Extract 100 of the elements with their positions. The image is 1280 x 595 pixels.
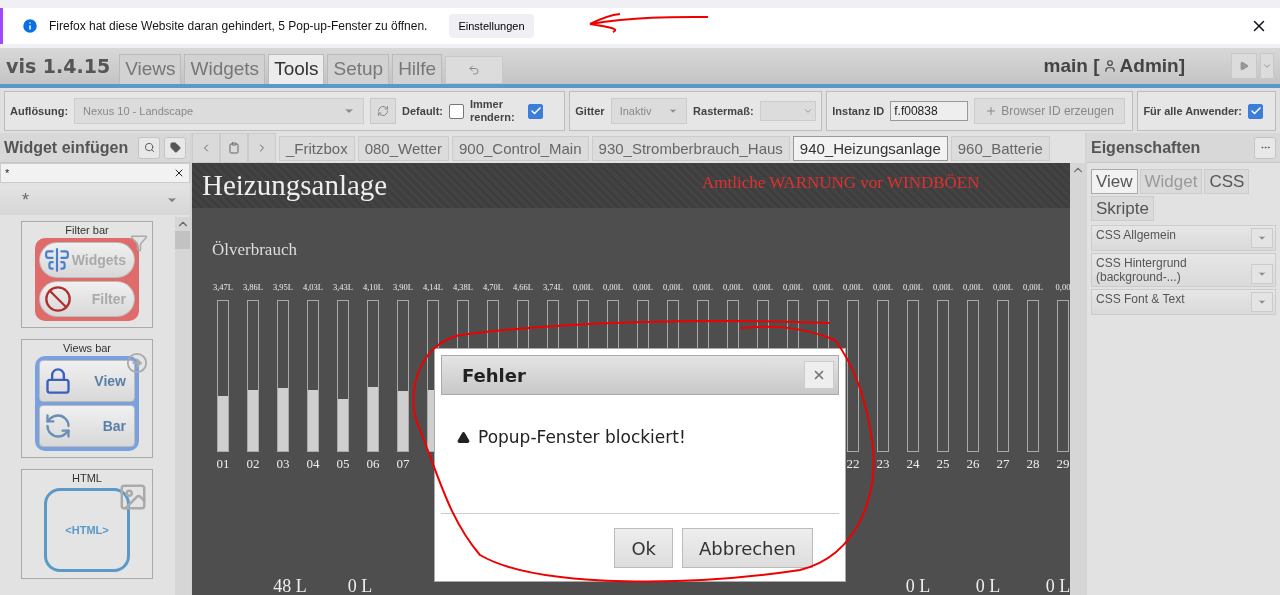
raster-field[interactable] bbox=[759, 101, 817, 121]
meter-label: 03 bbox=[276, 456, 290, 472]
meter-label: 29 bbox=[1056, 456, 1070, 472]
preview-button: Widgets bbox=[39, 242, 135, 278]
notification-message: Firefox hat diese Website daran gehindert, 5 Pop-up-Fenster zu öffnen. bbox=[49, 19, 428, 33]
meter-label: 02 bbox=[246, 456, 260, 472]
app-title: vis 1.4.15 bbox=[6, 55, 111, 77]
scrollbar[interactable] bbox=[175, 217, 190, 595]
widget-card[interactable]: Views bar View Bar bbox=[21, 339, 153, 458]
meter-label: 06 bbox=[366, 456, 380, 472]
page-tab[interactable]: 960_Batterie bbox=[950, 135, 1050, 161]
more-button[interactable] bbox=[1254, 136, 1276, 159]
close-icon bbox=[812, 368, 826, 382]
page-tab[interactable]: 080_Wetter bbox=[357, 135, 449, 161]
widget-card[interactable]: Filter bar Widgets Filter bbox=[21, 221, 153, 328]
total-value: 0 L bbox=[974, 576, 1002, 595]
filter-field[interactable]: * bbox=[0, 163, 190, 183]
panel-title: Eigenschaften bbox=[1091, 138, 1202, 157]
tag-button[interactable] bbox=[164, 136, 186, 159]
warning-icon bbox=[457, 430, 470, 444]
caret-icon bbox=[668, 106, 679, 116]
checkbox[interactable] bbox=[1248, 103, 1263, 119]
meter-label: 24 bbox=[906, 456, 920, 472]
resolution-label: Auflösung: bbox=[10, 105, 69, 117]
meter-value: 0,00L bbox=[782, 282, 804, 294]
meter-label: 01 bbox=[216, 456, 230, 472]
user-icon bbox=[1102, 59, 1117, 73]
total-value: 0 L bbox=[1044, 576, 1070, 595]
properties-tab[interactable]: View bbox=[1091, 169, 1138, 194]
menu-tab[interactable]: Widgets bbox=[184, 54, 266, 84]
close-button[interactable] bbox=[804, 361, 834, 389]
preview-button: Bar bbox=[39, 405, 135, 447]
scrollbar[interactable] bbox=[1070, 163, 1085, 595]
search-button[interactable] bbox=[138, 136, 160, 159]
menu-tab[interactable]: Views bbox=[119, 54, 182, 84]
previous-button[interactable] bbox=[192, 133, 220, 163]
undo-button[interactable] bbox=[445, 56, 504, 84]
clear-icon[interactable] bbox=[173, 167, 185, 179]
check-icon bbox=[1249, 105, 1262, 117]
menu-tab[interactable]: Setup bbox=[327, 54, 390, 84]
clipboard-icon bbox=[228, 142, 240, 154]
next-button[interactable] bbox=[248, 133, 276, 163]
meter-label: 22 bbox=[846, 456, 860, 472]
properties-tab[interactable]: CSS bbox=[1204, 169, 1250, 194]
page-tab[interactable]: 930_Stromberbrauch_Haus bbox=[591, 135, 790, 161]
page-tab[interactable]: _Fritzbox bbox=[279, 135, 355, 161]
settings-button[interactable]: Einstellungen bbox=[449, 14, 534, 38]
clipboard-button[interactable] bbox=[220, 133, 248, 163]
dialog-button[interactable]: Abbrechen bbox=[681, 528, 813, 568]
caret-icon bbox=[1262, 61, 1272, 71]
instance-field[interactable]: f.f00838 bbox=[890, 101, 969, 121]
panel-title: Widget einfügen bbox=[4, 138, 130, 157]
widget-card[interactable]: HTML <HTML> bbox=[21, 469, 153, 579]
page-tab[interactable]: 940_Heizungsanlage bbox=[792, 135, 948, 161]
accordion-header[interactable]: CSS Allgemein bbox=[1091, 225, 1276, 251]
meter-value: 0,00L bbox=[842, 282, 864, 294]
properties-tab[interactable]: Skripte bbox=[1091, 196, 1154, 221]
dropdown-button[interactable] bbox=[1251, 264, 1273, 284]
meter-label: 07 bbox=[396, 456, 410, 472]
project-name: main [ bbox=[1043, 55, 1100, 77]
meter-value: 0,00L bbox=[812, 282, 834, 294]
tag-icon bbox=[169, 142, 181, 153]
html-widget-preview: <HTML> bbox=[44, 488, 130, 572]
play-button[interactable] bbox=[1231, 53, 1257, 79]
caret-icon bbox=[1257, 297, 1267, 307]
dropdown-button[interactable] bbox=[1251, 228, 1273, 248]
dropdown-button[interactable] bbox=[1251, 292, 1273, 312]
search-icon bbox=[143, 142, 155, 153]
total-value: 0 L bbox=[346, 576, 374, 595]
meter-value: 4,70L bbox=[482, 282, 504, 294]
accordion-header[interactable]: CSS Hintergrund (background-...) bbox=[1091, 253, 1276, 287]
meter-value: 3,43L bbox=[332, 282, 354, 294]
widget-title: Filter bar bbox=[65, 224, 109, 236]
user-name: Admin] bbox=[1119, 55, 1185, 77]
meter-value: 0,00L bbox=[932, 282, 954, 294]
scrollbar-thumb[interactable] bbox=[175, 231, 190, 249]
meter-value: 3,86L bbox=[242, 282, 264, 294]
meter-label: 26 bbox=[966, 456, 980, 472]
meter-value: 0,00L bbox=[962, 282, 984, 294]
caret-icon bbox=[1257, 233, 1267, 243]
page-tab[interactable]: 900_Control_Main bbox=[451, 135, 589, 161]
funnel-icon bbox=[130, 234, 148, 252]
menu-tab[interactable]: Tools bbox=[268, 54, 325, 84]
menu-tab[interactable]: Hilfe bbox=[392, 54, 443, 84]
meter-value: 0,00L bbox=[722, 282, 744, 294]
render-label: Immer rendern: bbox=[470, 98, 516, 124]
dropdown-button[interactable] bbox=[1260, 53, 1274, 79]
checkbox[interactable] bbox=[449, 103, 464, 119]
checkbox[interactable] bbox=[528, 103, 543, 119]
widget-title: HTML bbox=[72, 472, 102, 484]
dialog-button[interactable]: Ok bbox=[614, 528, 673, 568]
refresh-icon bbox=[44, 412, 72, 440]
meter-value: 0,00L bbox=[692, 282, 714, 294]
refresh-button[interactable] bbox=[370, 98, 397, 124]
meter-value: 0,00L bbox=[572, 282, 594, 294]
meter-label: 05 bbox=[336, 456, 350, 472]
meter-value: 3,74L bbox=[542, 282, 564, 294]
total-value: 48 L bbox=[272, 576, 308, 595]
view-title: Heizungsanlage bbox=[202, 169, 389, 202]
accordion-header[interactable]: CSS Font & Text bbox=[1091, 289, 1276, 315]
